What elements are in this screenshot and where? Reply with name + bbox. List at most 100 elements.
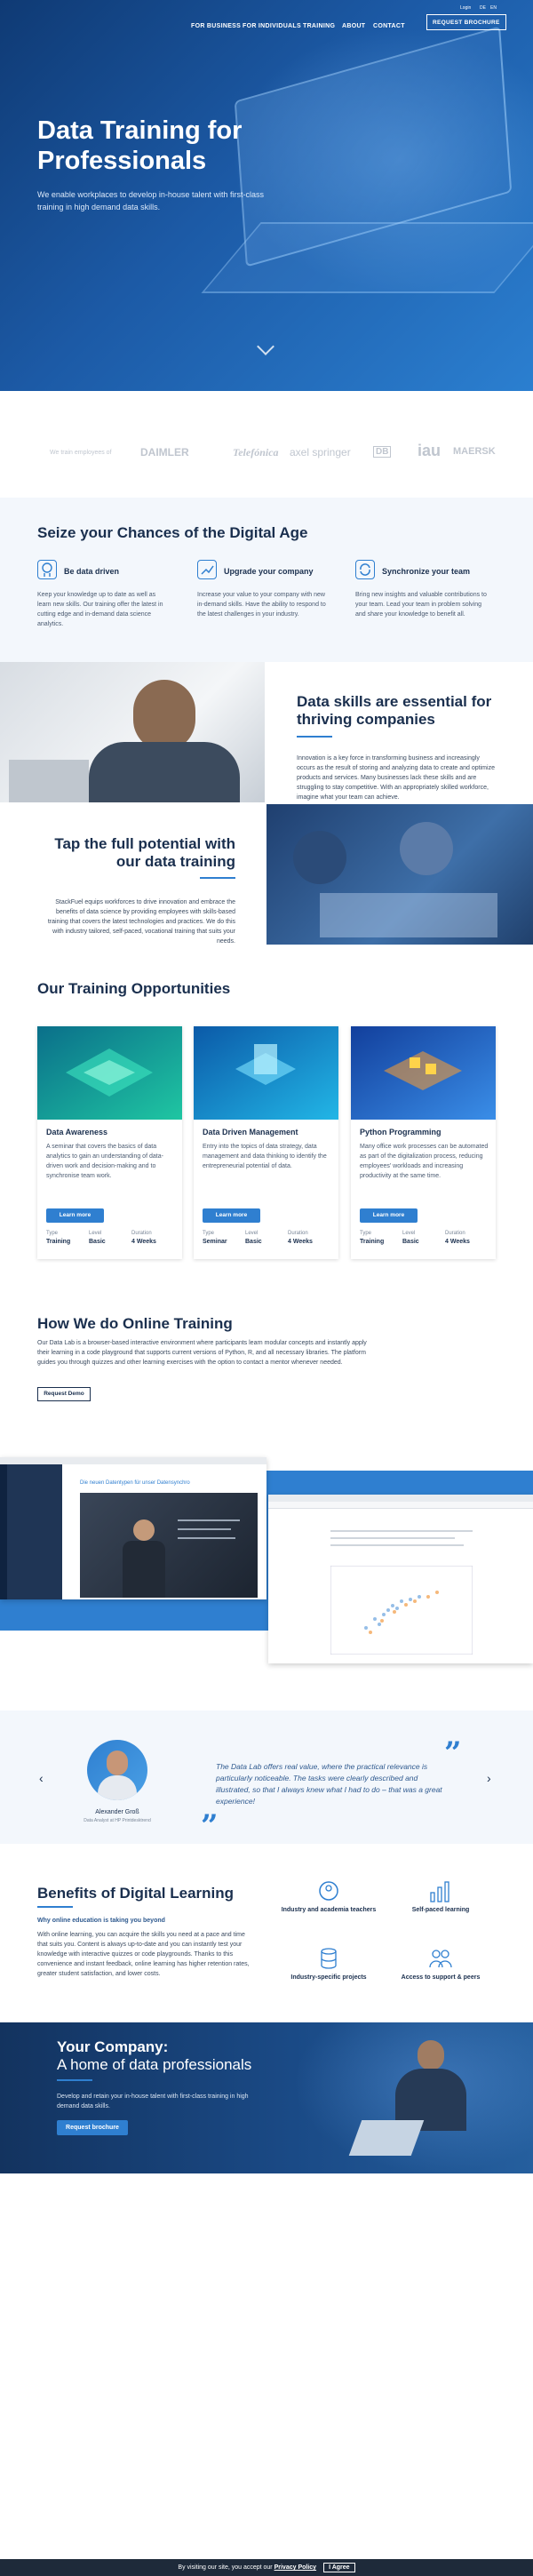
scroll-down-chevron-icon[interactable] [257,338,274,355]
testimonial-role: Data Analyst at HP Printdesktrend [84,1818,151,1823]
benefit-label: Industry-specific projects [290,1974,367,1981]
card-title: Data Awareness [46,1128,108,1136]
video-player[interactable] [80,1493,258,1598]
meta-level: Basic [89,1239,106,1245]
nav-for-individuals[interactable]: FOR INDIVIDUALS [243,18,301,34]
logo-axel-springer: axel springer [290,446,351,459]
feature-title: Synchronize your team [382,567,471,576]
card-text: Entry into the topics of data strategy, … [203,1144,327,1169]
logo-maersk: MAERSK [453,446,496,457]
benefits-text: With online learning, you can acquire th… [37,1932,250,1977]
photo-team-meeting [266,804,533,945]
teacher-icon [319,1881,338,1901]
meta-type: Seminar [203,1239,227,1245]
learn-more-button[interactable]: Learn more [203,1208,260,1223]
logo-telefonica: Telefónica [233,446,279,459]
logos-intro: We train employees of [50,450,112,456]
card-title: Python Programming [360,1128,442,1136]
testimonial-quote: The Data Lab offers real value, where th… [216,1762,442,1806]
cta-text: Develop and retain your in-house talent … [57,2093,249,2109]
card-title: Data Driven Management [203,1128,298,1136]
chart-up-icon [197,560,217,579]
meta-duration: 4 Weeks [445,1239,470,1245]
online-text: Our Data Lab is a browser-based interact… [37,1340,367,1366]
cta-subtitle: A home of data professionals [57,2056,252,2073]
nav-training[interactable]: TRAINING [303,18,335,34]
meta-label-duration: Duration [445,1231,465,1236]
lang-en-link[interactable]: EN [490,5,497,11]
benefit-label: Self-paced learning [411,1907,470,1913]
nav-for-business[interactable]: FOR BUSINESS [191,18,241,34]
bar-chart-icon [430,1881,449,1902]
potential-title: Tap the full potential with our data tra… [54,835,235,870]
meta-duration: 4 Weeks [288,1239,313,1245]
skills-text: Innovation is a key force in transformin… [297,755,495,801]
meta-label-duration: Duration [131,1231,152,1236]
card-image-data-driven-management [194,1026,338,1120]
cta-section: Your Company: A home of data professiona… [0,2022,533,2173]
card-text: A seminar that covers the basics of data… [46,1144,163,1179]
next-arrow-icon[interactable]: › [487,1771,491,1785]
meta-label-type: Type [360,1231,372,1236]
sync-icon [355,560,375,579]
benefit-label: Access to support & peers [401,1974,481,1981]
lang-de-link[interactable]: DE [480,5,486,11]
privacy-policy-link[interactable]: Privacy Policy [274,2564,316,2571]
skills-divider [297,736,332,738]
nav-contact[interactable]: CONTACT [373,18,405,34]
meta-label-level: Level [245,1231,259,1236]
client-logos-bar: We train employees of DAIMLER Telefónica… [0,418,533,498]
login-link[interactable]: Login [460,5,471,11]
learn-more-button[interactable]: Learn more [360,1208,418,1223]
meta-label-level: Level [89,1231,102,1236]
peers-icon [429,1950,452,1968]
cta-laptop [348,2120,425,2156]
meta-type: Training [360,1239,385,1245]
hero-laptop-keyboard [201,222,533,293]
logo-iau: iau [418,442,442,459]
meta-type: Training [46,1239,71,1245]
benefits-divider [37,1906,73,1908]
meta-label-duration: Duration [288,1231,308,1236]
chances-title: Seize your Chances of the Digital Age [37,524,308,541]
avatar [87,1740,147,1800]
testimonial-name: Alexander Groß [95,1809,139,1815]
feature-text: Keep your knowledge up to date as well a… [37,592,163,627]
logo-daimler: DAIMLER [140,446,189,459]
hero-subtitle: We enable workplaces to develop in-house… [37,190,264,211]
cta-request-brochure-button[interactable]: Request brochure [57,2120,128,2135]
training-card: Python Programming Many office work proc… [351,1026,496,1259]
learn-more-button[interactable]: Learn more [46,1208,104,1223]
training-title: Our Training Opportunities [37,980,231,997]
head-chart-icon [37,560,57,579]
quote-close-icon: ” [201,1808,219,1844]
feature-title: Be data driven [64,567,120,576]
chances-section [0,498,533,662]
card-image-python-programming [351,1026,496,1120]
cookie-bar: By visiting our site, you accept our Pri… [0,2559,533,2576]
training-card: Data Driven Management Entry into the to… [194,1026,338,1259]
meta-duration: 4 Weeks [131,1239,156,1245]
feature-title: Upgrade your company [224,567,314,576]
cta-person-photo [418,2040,444,2070]
hero-title: Data Training for Professionals [37,116,243,175]
i-agree-button[interactable]: I Agree [323,2563,355,2572]
request-demo-button[interactable]: Request Demo [37,1387,91,1401]
benefit-label: Industry and academia teachers [281,1907,377,1913]
scatter-plot-preview [330,1566,473,1655]
prev-arrow-icon[interactable]: ‹ [39,1771,44,1785]
meta-label-type: Type [46,1231,59,1236]
nav-about[interactable]: ABOUT [342,18,365,34]
cookie-message: By visiting our site, you accept our [178,2564,273,2571]
online-title: How We do Online Training [37,1315,233,1332]
video-title: Die neuen Datentypen für unser Datensync… [80,1480,190,1486]
feature-text: Increase your value to your company with… [197,592,326,618]
cookie-text: By visiting our site, you accept our Pri… [178,2564,316,2571]
datalab-notebook-screenshot [268,1495,533,1663]
photo-man-glasses [0,662,265,802]
hero-section: Login DE EN FOR BUSINESS FOR INDIVIDUALS… [0,0,533,391]
card-image-data-awareness [37,1026,182,1120]
benefits-subtitle: Why online education is taking you beyon… [37,1918,165,1924]
request-brochure-button[interactable]: REQUEST BROCHURE [426,14,506,30]
meta-level: Basic [402,1239,419,1245]
